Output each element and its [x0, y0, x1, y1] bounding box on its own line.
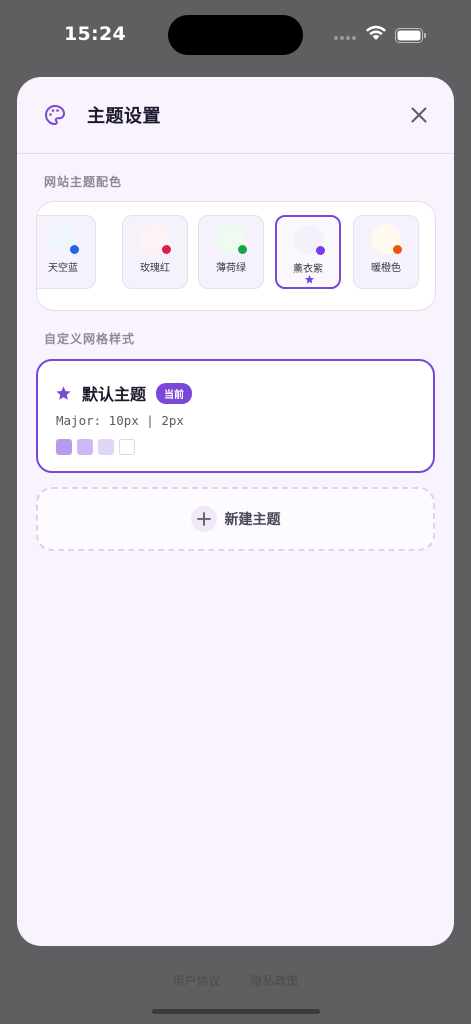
swatch-4[interactable]: 薰衣紫	[275, 215, 341, 289]
modal-header: 主题设置	[17, 77, 454, 154]
status-bar: 15:24	[0, 0, 471, 70]
background-link-privacy: 隐私政策	[250, 974, 299, 988]
theme-card-header: 默认主题 当前	[55, 381, 193, 405]
background-links: 用户协议 隐私政策	[0, 972, 471, 989]
battery-icon	[395, 28, 426, 43]
signal-icon	[334, 36, 356, 40]
theme-meta: Major: 10px | 2px	[56, 413, 184, 428]
swatch-color-dot	[393, 245, 402, 254]
swatch-row: 天空蓝 玫瑰红 薄荷绿 薰衣紫 暖橙色	[37, 215, 435, 291]
color-chip-1	[56, 439, 72, 455]
palette-icon	[45, 105, 65, 125]
color-chip-2	[77, 439, 93, 455]
theme-settings-modal: 主题设置 网站主题配色 天空蓝 玫瑰红 薄荷绿 薰衣紫 暖橙色 自定义网格样式 默认主题…	[17, 77, 454, 946]
section-label-custom-grid: 自定义网格样式	[44, 332, 136, 346]
home-indicator	[152, 1009, 320, 1014]
star-icon	[56, 385, 71, 400]
section-label-site-colors: 网站主题配色	[44, 175, 123, 189]
swatch-label: 薄荷绿	[216, 263, 246, 274]
swatch-color-dot	[238, 245, 247, 254]
swatch-5[interactable]: 暖橙色	[353, 215, 419, 289]
screen: 15:24 用户协议 隐私政策 主题设置 网站主题配色 天空蓝 玫瑰红 薄荷绿 …	[0, 0, 471, 1024]
wifi-icon	[366, 25, 386, 40]
background-link-terms: 用户协议	[172, 974, 221, 988]
color-chip-4	[119, 439, 135, 455]
theme-color-chips	[56, 439, 135, 455]
color-swatch-panel[interactable]: 天空蓝 玫瑰红 薄荷绿 薰衣紫 暖橙色	[36, 201, 436, 311]
status-time: 15:24	[64, 23, 126, 45]
dynamic-island	[168, 15, 303, 55]
swatch-label: 玫瑰红	[140, 263, 170, 274]
swatch-1[interactable]: 天空蓝	[37, 215, 96, 289]
swatch-3[interactable]: 薄荷绿	[198, 215, 264, 289]
theme-name: 默认主题	[82, 385, 147, 404]
current-badge: 当前	[156, 382, 193, 404]
swatch-2[interactable]: 玫瑰红	[122, 215, 188, 289]
theme-card-default[interactable]: 默认主题 当前 Major: 10px | 2px	[36, 359, 435, 473]
modal-title: 主题设置	[87, 106, 161, 127]
new-theme-label: 新建主题	[224, 512, 281, 528]
swatch-color-dot	[70, 245, 79, 254]
selected-star-icon	[304, 274, 315, 284]
color-chip-3	[98, 439, 114, 455]
swatch-label: 薰衣紫	[293, 264, 323, 275]
new-theme-button[interactable]: 新建主题	[36, 487, 435, 551]
close-icon[interactable]	[410, 106, 428, 124]
swatch-label: 天空蓝	[48, 263, 78, 274]
swatch-color-dot	[162, 245, 171, 254]
swatch-label: 暖橙色	[371, 263, 401, 274]
plus-icon	[190, 506, 217, 532]
swatch-color-dot	[316, 246, 325, 255]
